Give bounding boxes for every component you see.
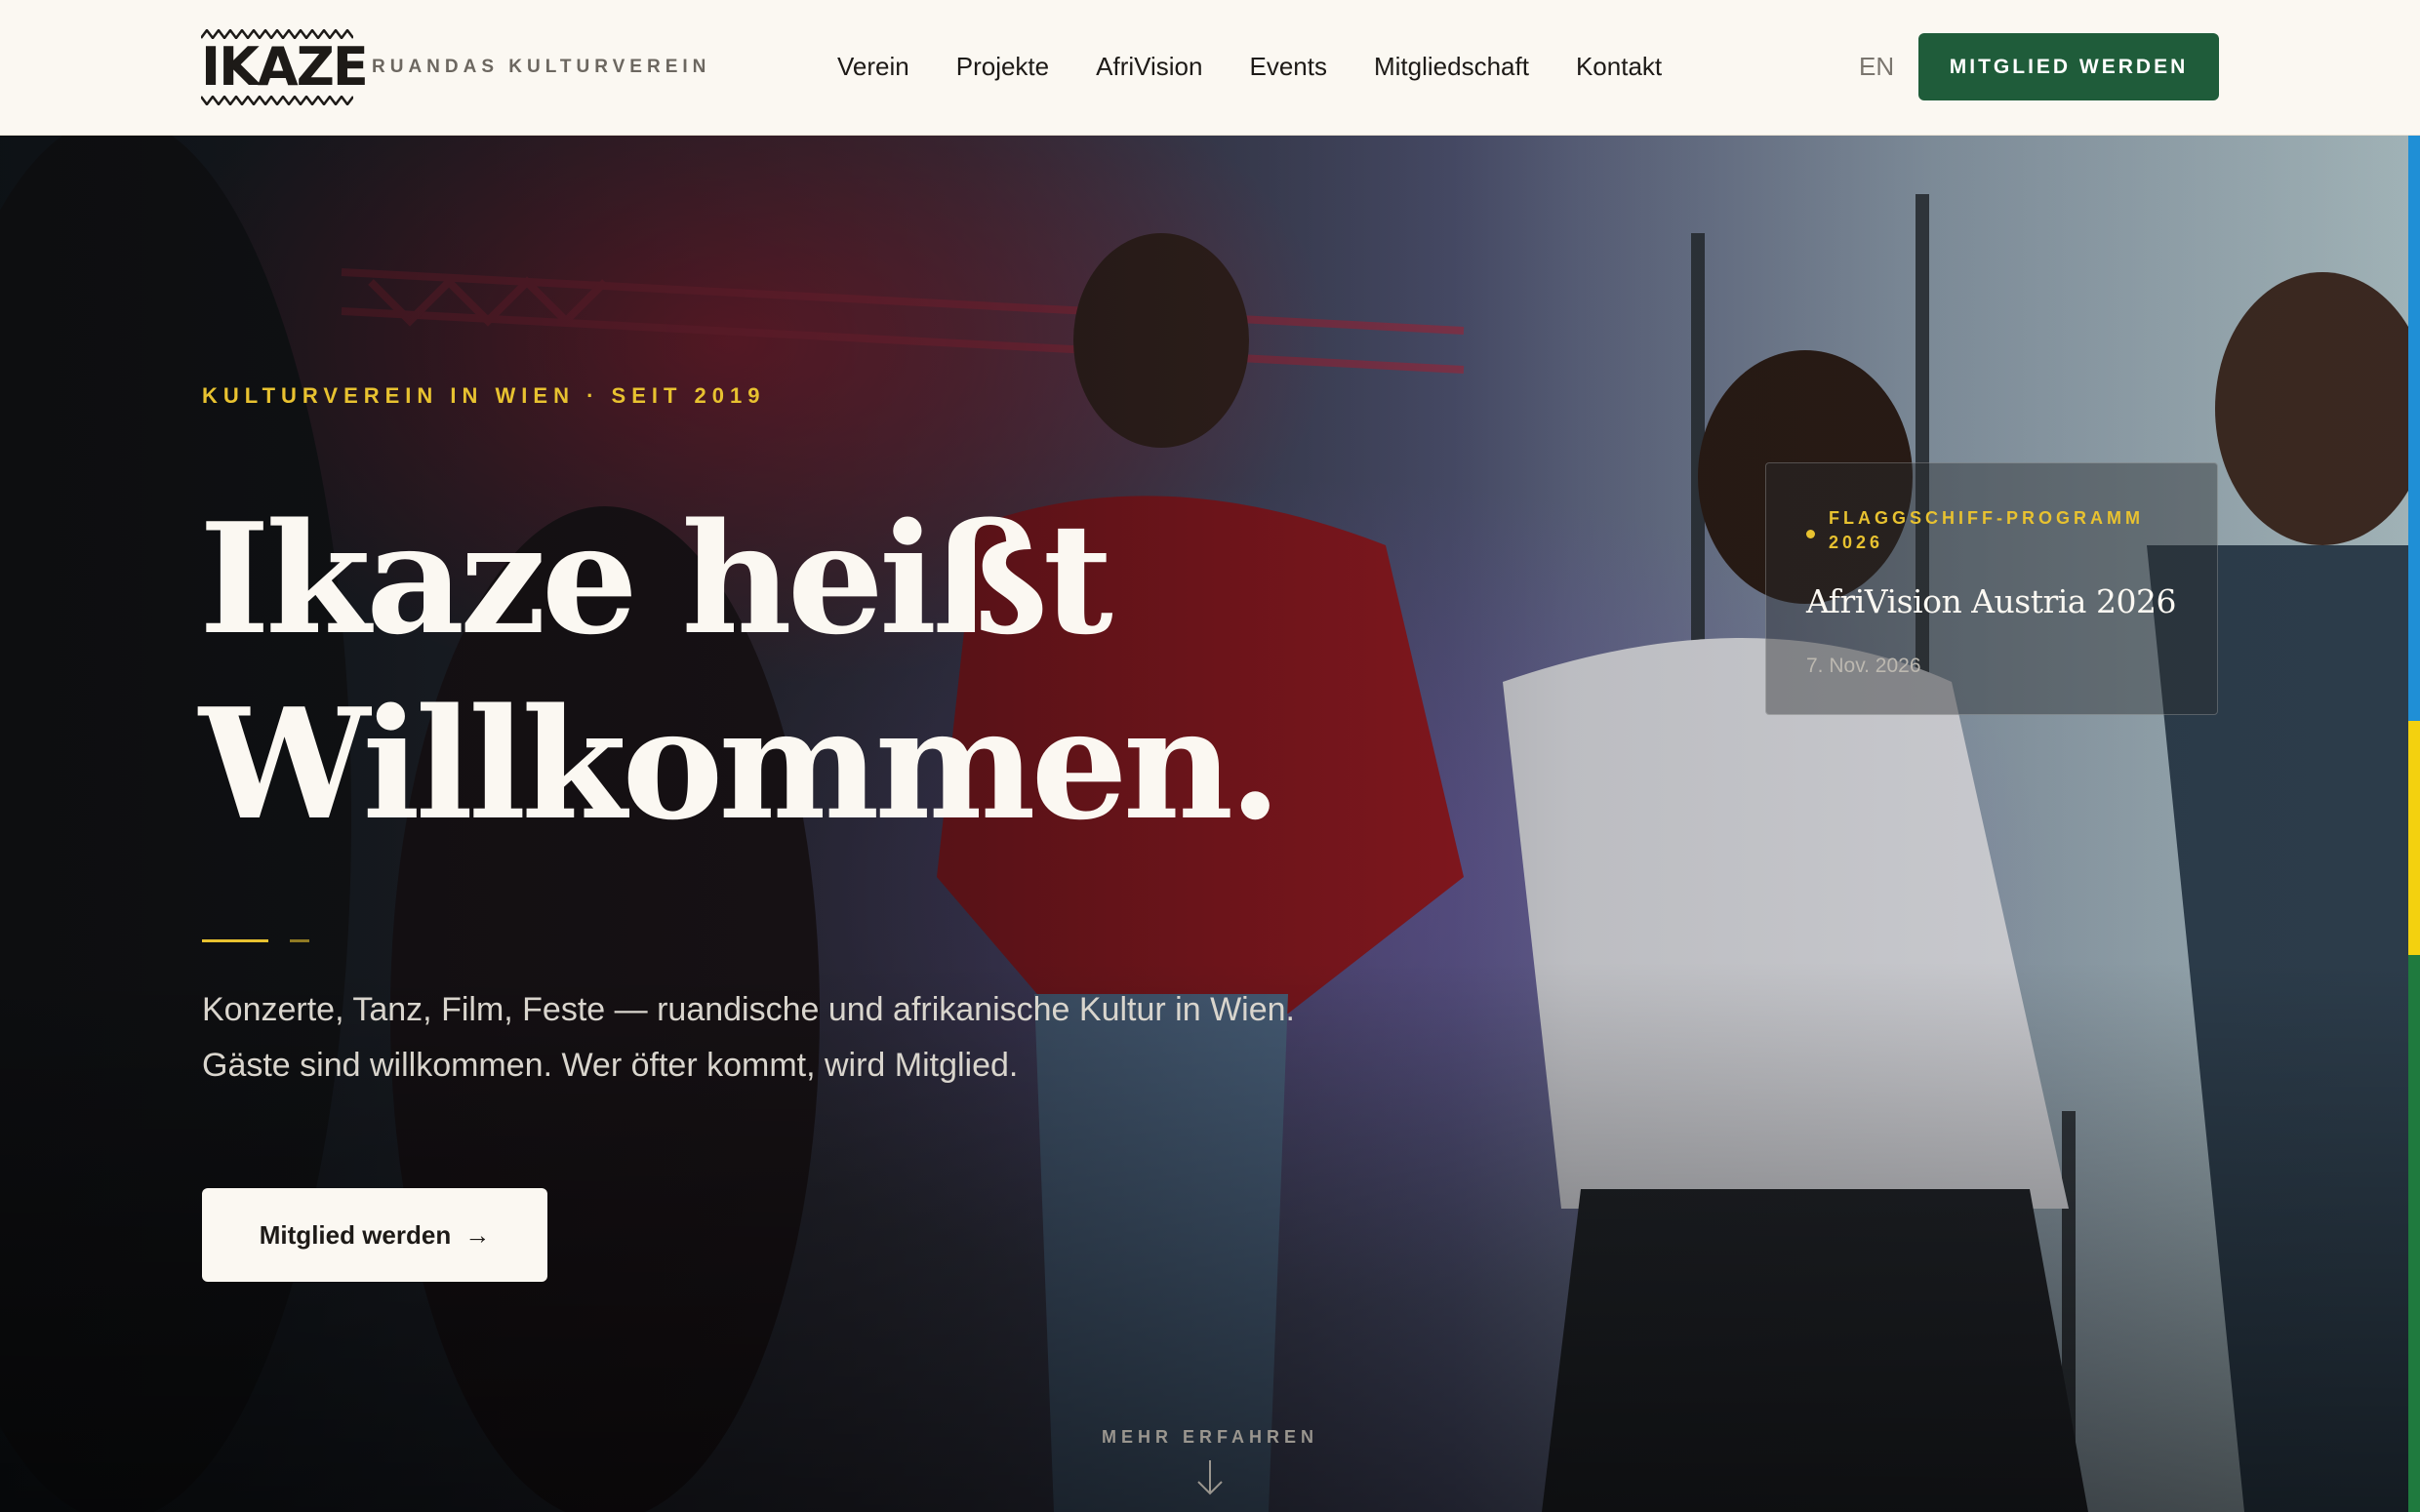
nav-item-afrivision[interactable]: AfriVision [1096,49,1202,84]
accent-rule-long [202,939,268,942]
card-date: 7. Nov. 2026 [1806,655,1921,677]
hero-lead-text: Konzerte, Tanz, Film, Feste — ruandische… [202,991,1295,1084]
nav-item-events[interactable]: Events [1249,49,1327,84]
card-title: AfriVision Austria 2026 [1806,582,2176,620]
site-tagline: RUANDAS KULTURVEREIN [372,57,711,77]
logo-zigzag-bottom [201,96,353,105]
accent-rule-short [290,939,309,942]
headline-line-2: Willkommen. [199,675,1282,854]
join-button-hero[interactable]: Mitglied werden → [202,1188,547,1282]
nav-item-kontakt[interactable]: Kontakt [1576,49,1662,84]
scroll-hint[interactable]: MEHR ERFAHREN [1073,1425,1347,1449]
nav-item-projekte[interactable]: Projekte [956,49,1049,84]
join-button-hero-label: Mitglied werden [259,1220,452,1250]
logo-wordmark: IKAZE [201,36,369,98]
card-eyebrow: FLAGGSCHIFF-PROGRAMM 2026 [1829,508,2144,552]
main-nav: Verein Projekte AfriVision Events Mitgli… [837,49,1662,84]
language-switch[interactable]: EN [1859,49,1894,84]
arrow-down-icon[interactable] [1192,1458,1228,1497]
arrow-right-icon: → [464,1220,491,1250]
nav-item-verein[interactable]: Verein [837,49,909,84]
hero-section: KULTURVEREIN IN WIEN · SEIT 2019 Ikaze h… [0,136,2420,1512]
hero-eyebrow: KULTURVEREIN IN WIEN · SEIT 2019 [202,383,766,408]
join-button-header[interactable]: MITGLIED WERDEN [1918,33,2219,100]
flag-stripe-yellow [2408,721,2420,955]
site-header: IKAZE RUANDAS KULTURVEREIN Verein Projek… [0,0,2420,136]
flag-stripe-blue [2408,136,2420,721]
ikaze-logo[interactable]: IKAZE [201,29,369,105]
hero-headline: Ikaze heißt Willkommen. [199,487,1370,857]
nav-item-mitgliedschaft[interactable]: Mitgliedschaft [1374,49,1529,84]
feature-card-afrivision[interactable]: FLAGGSCHIFF-PROGRAMM 2026 AfriVision Aus… [1765,462,2218,715]
headline-line-1: Ikaze heißt [199,490,1113,668]
card-bullet-dot [1806,530,1815,538]
rwanda-flag-strip [2408,136,2420,1512]
flag-stripe-green [2408,955,2420,1512]
